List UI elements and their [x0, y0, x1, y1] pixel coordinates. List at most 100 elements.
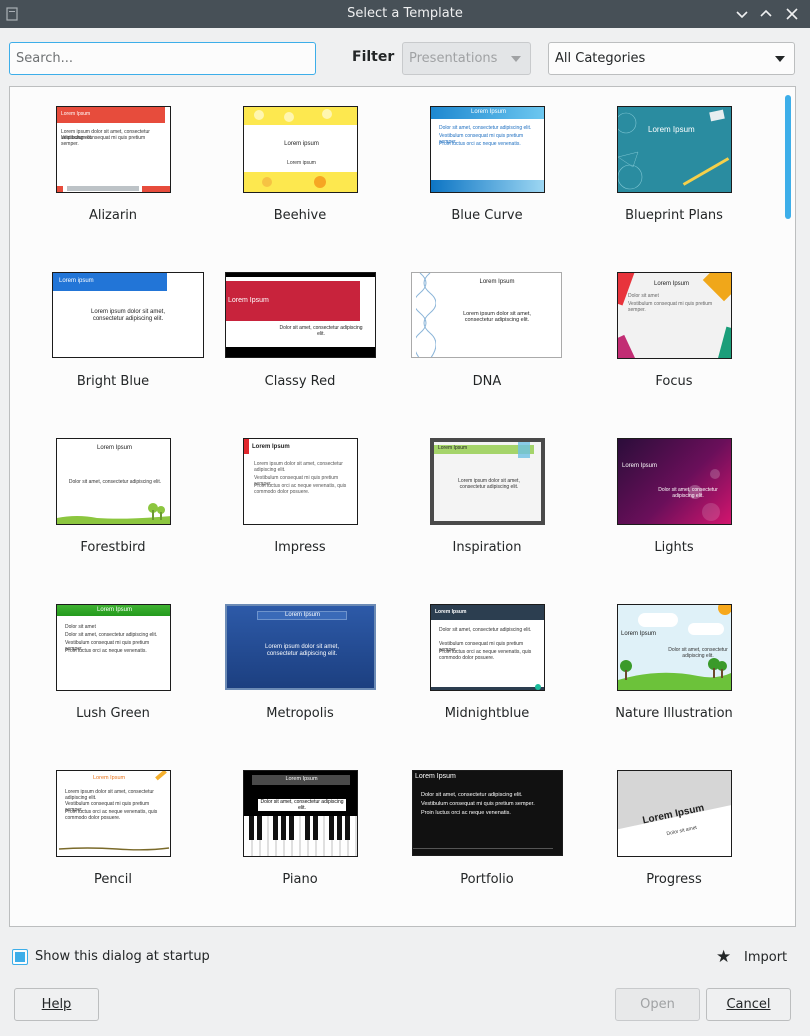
template-name: Forestbird [80, 540, 146, 555]
template-name: Bright Blue [76, 374, 150, 389]
thumb-text: Dolor sit amet, consectetur adipiscing e… [439, 627, 532, 633]
template-thumbnail: Lorem ipsum Lorem ipsum [243, 106, 358, 193]
template-alizarin[interactable]: Lorem Ipsum Lorem ipsum dolor sit amet, … [25, 106, 201, 256]
template-thumbnail: Lorem Ipsum Lorem ipsum dolor sit amet, … [56, 106, 171, 193]
template-progress[interactable]: Lorem Ipsum Dolor sit amet Progress [586, 770, 762, 920]
template-name: Alizarin [88, 208, 138, 223]
thumb-text: Lorem ipsum dolor sit amet, consectetur … [463, 311, 531, 323]
template-thumbnail: Lorem ipsum Lorem ipsum dolor sit amet, … [52, 272, 204, 358]
thumb-text: Dolor sit amet, consectetur adipiscing e… [421, 792, 523, 798]
template-thumbnail: Lorem Ipsum Dolor sit amet, consectetur … [430, 106, 545, 193]
template-thumbnail: Lorem Ipsum Lorem ipsum dolor sit amet, … [430, 438, 545, 525]
template-name: Metropolis [266, 706, 334, 721]
template-dna[interactable]: Lorem Ipsum Lorem ipsum dolor sit amet, … [399, 272, 575, 422]
template-pencil[interactable]: Lorem Ipsum Lorem ipsum dolor sit amet, … [25, 770, 201, 920]
thumb-title: Lorem Ipsum [96, 445, 132, 451]
help-label: Help [41, 997, 72, 1012]
thumb-text: Proin luctus orci ac neque venenatis. [439, 141, 521, 147]
show-at-startup-label[interactable]: Show this dialog at startup [35, 949, 210, 964]
thumb-title: Lorem Ipsum [96, 607, 132, 613]
document-type-select[interactable]: Presentations [402, 42, 531, 75]
thumb-text: Vestibulum consequat mi quis pretium sem… [421, 801, 535, 807]
thumb-text: Lorem ipsum dolor sit amet, consectetur … [264, 644, 340, 657]
template-thumbnail: Lorem Ipsum Dolor sit amet, consectetur … [617, 438, 732, 525]
thumb-title: Lorem Ipsum [479, 279, 515, 285]
thumb-text: Dolor sit amet, consectetur adipiscing e… [658, 487, 718, 499]
template-thumbnail: Lorem Ipsum Dolor sit amet, consectetur … [56, 438, 171, 525]
scrollbar-handle[interactable] [785, 95, 791, 219]
close-icon[interactable] [782, 4, 802, 24]
template-name: Blueprint Plans [625, 208, 723, 223]
maximize-icon[interactable] [756, 4, 776, 24]
template-name: Inspiration [452, 540, 522, 555]
thumb-title: Lorem ipsum [284, 141, 319, 147]
template-thumbnail: Lorem Ipsum Dolor sit amet, consectetur … [430, 604, 545, 691]
thumb-text: Lorem ipsum dolor sit amet, consectetur … [90, 309, 166, 322]
template-name: Focus [655, 374, 693, 389]
star-icon: ★ [716, 947, 732, 967]
template-bright-blue[interactable]: Lorem ipsum Lorem ipsum dolor sit amet, … [25, 272, 204, 422]
template-lush-green[interactable]: Lorem Ipsum Dolor sit amet Dolor sit ame… [25, 604, 201, 754]
thumb-title: Lorem Ipsum [622, 463, 658, 469]
template-portfolio[interactable]: Lorem Ipsum Dolor sit amet, consectetur … [399, 770, 575, 920]
thumb-text: Vestibulum consequat mi quis pretium sem… [628, 301, 713, 313]
category-select[interactable]: All Categories [548, 42, 795, 75]
thumb-title: Lorem Ipsum [435, 609, 467, 615]
template-beehive[interactable]: Lorem ipsum Lorem ipsum Beehive [212, 106, 388, 256]
template-piano[interactable]: Lorem Ipsum Dolor sit amet, consectetur … [212, 770, 388, 920]
open-button[interactable]: Open [615, 988, 700, 1021]
template-thumbnail: Lorem Ipsum Dolor sit amet Vestibulum co… [617, 272, 732, 359]
template-thumbnail: Lorem Ipsum Dolor sit amet, consectetur … [617, 604, 732, 691]
thumb-text: Lorem ipsum dolor sit amet, consectetur … [65, 789, 154, 801]
thumb-text: Dolor sit amet, consectetur adipiscing e… [439, 125, 532, 131]
thumb-text: Lorem ipsum [287, 160, 316, 166]
template-blue-curve[interactable]: Lorem Ipsum Dolor sit amet, consectetur … [399, 106, 575, 256]
search-input[interactable] [9, 42, 316, 75]
template-name: Impress [274, 540, 326, 555]
template-classy-red[interactable]: Lorem Ipsum Dolor sit amet, consectetur … [212, 272, 388, 422]
window-title: Select a Template [347, 6, 463, 21]
template-midnightblue[interactable]: Lorem Ipsum Dolor sit amet, consectetur … [399, 604, 575, 754]
template-impress[interactable]: Lorem Ipsum Lorem ipsum dolor sit amet, … [212, 438, 388, 588]
template-name: Portfolio [460, 872, 514, 887]
template-thumbnail: Lorem Ipsum Dolor sit amet, consectetur … [412, 770, 563, 856]
template-nature-illustration[interactable]: Lorem Ipsum Dolor sit amet, consectetur … [586, 604, 762, 754]
help-button[interactable]: Help [14, 988, 99, 1021]
template-thumbnail: Lorem Ipsum Dolor sit amet, consectetur … [243, 770, 358, 857]
template-lights[interactable]: Lorem Ipsum Dolor sit amet, consectetur … [586, 438, 762, 588]
title-bar: Select a Template [0, 0, 810, 28]
chevron-down-icon [511, 56, 521, 62]
thumb-title: Lorem Ipsum [252, 444, 290, 450]
thumb-title: Lorem ipsum [59, 278, 94, 284]
thumb-title: Lorem Ipsum [285, 776, 318, 782]
template-name: Lush Green [76, 706, 150, 721]
template-gallery[interactable]: Lorem Ipsum Lorem ipsum dolor sit amet, … [9, 86, 796, 927]
minimize-icon[interactable] [732, 4, 752, 24]
import-button[interactable]: ★ Import [716, 948, 791, 968]
template-name: Midnightblue [444, 706, 530, 721]
cancel-button[interactable]: Cancel [706, 988, 791, 1021]
template-name: Nature Illustration [615, 706, 733, 721]
checkbox-checked-indicator [15, 952, 25, 962]
show-at-startup-checkbox[interactable] [12, 949, 28, 965]
thumb-text: Dolor sit amet [628, 293, 659, 299]
template-name: Piano [282, 872, 318, 887]
cancel-label: Cancel [726, 997, 771, 1012]
category-value: All Categories [555, 51, 646, 66]
thumb-text: Dolor sit amet, consectetur adipiscing e… [68, 479, 162, 485]
thumb-text: Lorem ipsum dolor sit amet, consectetur … [458, 478, 520, 490]
template-thumbnail: Lorem Ipsum Lorem ipsum dolor sit amet, … [225, 604, 376, 690]
thumb-text: Dolor sit amet [65, 624, 96, 630]
template-metropolis[interactable]: Lorem Ipsum Lorem ipsum dolor sit amet, … [212, 604, 388, 754]
filter-label: Filter [352, 49, 395, 65]
template-thumbnail: Lorem Ipsum Dolor sit amet [617, 770, 732, 857]
template-blueprint-plans[interactable]: Lorem Ipsum Blueprint Plans [586, 106, 762, 256]
template-forestbird[interactable]: Lorem Ipsum Dolor sit amet, consectetur … [25, 438, 201, 588]
chevron-down-icon [775, 56, 785, 62]
template-focus[interactable]: Lorem Ipsum Dolor sit amet Vestibulum co… [586, 272, 762, 422]
document-type-value: Presentations [409, 51, 498, 66]
template-inspiration[interactable]: Lorem Ipsum Lorem ipsum dolor sit amet, … [399, 438, 575, 588]
thumb-title: Lorem Ipsum [415, 773, 456, 780]
thumb-title: Lorem Ipsum [471, 109, 507, 115]
thumb-text: Lorem ipsum dolor sit amet, consectetur … [254, 461, 343, 473]
